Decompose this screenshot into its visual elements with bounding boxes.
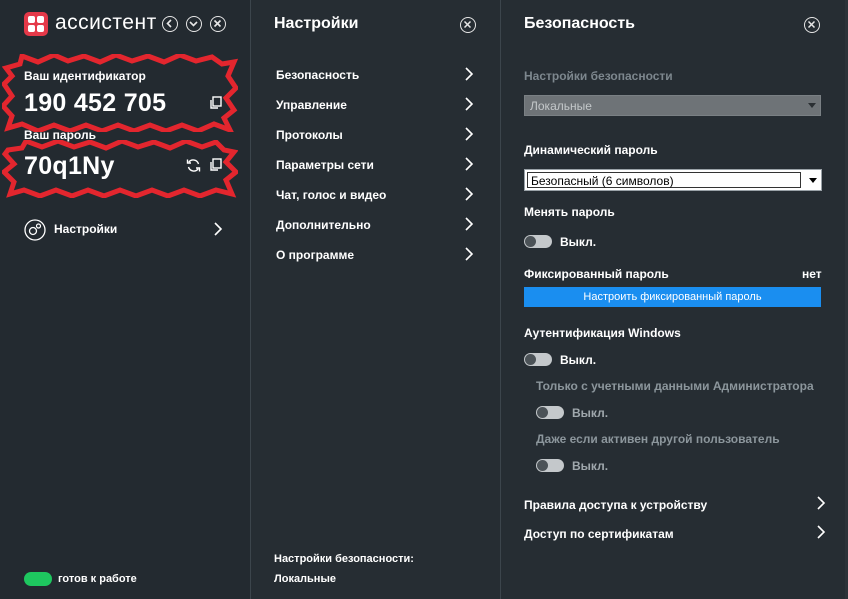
dynamic-password-value: Безопасный (6 символов) — [531, 174, 674, 188]
dropdown-arrow-icon — [809, 178, 817, 183]
windows-auth-label: Аутентификация Windows — [524, 326, 681, 340]
dynamic-password-label: Динамический пароль — [524, 143, 658, 157]
refresh-icon[interactable] — [186, 158, 201, 173]
other-user-label: Даже если активен другой пользователь — [536, 432, 780, 446]
change-password-toggle[interactable] — [524, 235, 552, 248]
chevron-right-icon — [465, 217, 474, 231]
copy-icon[interactable] — [209, 96, 223, 110]
change-password-label: Менять пароль — [524, 205, 615, 219]
cert-access-link[interactable]: Доступ по сертификатам — [524, 527, 674, 541]
admin-only-toggle[interactable] — [536, 406, 564, 419]
menu-item-protocols[interactable]: Протоколы — [276, 125, 476, 145]
password-label: Ваш пароль — [24, 128, 96, 142]
chevron-right-icon — [465, 247, 474, 261]
menu-item-control[interactable]: Управление — [276, 95, 476, 115]
security-settings-value: Локальные — [530, 99, 592, 113]
chevron-down-icon[interactable] — [186, 16, 202, 32]
id-label: Ваш идентификатор — [24, 69, 146, 83]
menu-item-label: О программе — [276, 248, 355, 262]
id-value: 190 452 705 — [24, 89, 167, 117]
app-title: ассистент — [55, 11, 157, 34]
menu-item-label: Дополнительно — [276, 218, 371, 232]
change-password-state: Выкл. — [560, 235, 597, 249]
fixed-password-label: Фиксированный пароль — [524, 267, 669, 281]
security-title: Безопасность — [524, 15, 635, 32]
security-panel: Безопасность Настройки безопасности Лока… — [501, 0, 848, 599]
other-user-toggle[interactable] — [536, 459, 564, 472]
settings-link-label[interactable]: Настройки — [54, 222, 117, 236]
windows-auth-toggle[interactable] — [524, 353, 552, 366]
security-settings-label: Настройки безопасности — [524, 69, 673, 83]
close-icon[interactable] — [210, 16, 226, 32]
other-user-state: Выкл. — [572, 459, 609, 473]
device-access-link[interactable]: Правила доступа к устройству — [524, 498, 707, 512]
configure-fixed-password-button[interactable]: Настроить фиксированный пароль — [524, 287, 821, 307]
copy-icon[interactable] — [209, 158, 223, 172]
chevron-right-icon[interactable] — [213, 221, 223, 237]
security-settings-select: Локальные — [524, 95, 821, 116]
status-indicator — [24, 572, 52, 586]
menu-item-label: Безопасность — [276, 68, 360, 82]
chevron-right-icon — [465, 127, 474, 141]
settings-panel: Настройки Безопасность Управление Проток… — [251, 0, 500, 599]
security-mode-value: Локальные — [274, 573, 336, 585]
close-icon[interactable] — [804, 17, 820, 33]
admin-only-label: Только с учетными данными Администратора — [536, 379, 814, 393]
status-text: готов к работе — [58, 573, 137, 585]
settings-title: Настройки — [274, 15, 359, 32]
chevron-right-icon — [465, 187, 474, 201]
menu-item-label: Чат, голос и видео — [276, 188, 387, 202]
back-icon[interactable] — [162, 16, 178, 32]
menu-item-advanced[interactable]: Дополнительно — [276, 215, 476, 235]
chevron-right-icon — [465, 97, 474, 111]
admin-only-state: Выкл. — [572, 406, 609, 420]
menu-item-label: Управление — [276, 98, 347, 112]
menu-item-chat[interactable]: Чат, голос и видео — [276, 185, 476, 205]
chevron-right-icon — [465, 67, 474, 81]
menu-item-network[interactable]: Параметры сети — [276, 155, 476, 175]
fixed-password-value: нет — [802, 267, 822, 281]
gear-icon[interactable] — [24, 219, 46, 241]
security-mode-label: Настройки безопасности: — [274, 553, 414, 565]
chevron-right-icon — [465, 157, 474, 171]
dynamic-password-select[interactable]: Безопасный (6 символов) — [524, 169, 822, 191]
menu-item-label: Параметры сети — [276, 158, 374, 172]
chevron-right-icon[interactable] — [816, 495, 826, 511]
app-logo-icon — [24, 12, 48, 36]
chevron-right-icon[interactable] — [816, 524, 826, 540]
left-panel: ассистент Ваш идентификатор 190 452 705 … — [0, 0, 250, 599]
menu-item-about[interactable]: О программе — [276, 245, 476, 265]
close-icon[interactable] — [460, 17, 476, 33]
windows-auth-state: Выкл. — [560, 353, 597, 367]
menu-item-label: Протоколы — [276, 128, 343, 142]
menu-item-security[interactable]: Безопасность — [276, 65, 476, 85]
password-value: 70q1Ny — [24, 152, 115, 180]
dropdown-arrow-icon — [808, 103, 816, 108]
